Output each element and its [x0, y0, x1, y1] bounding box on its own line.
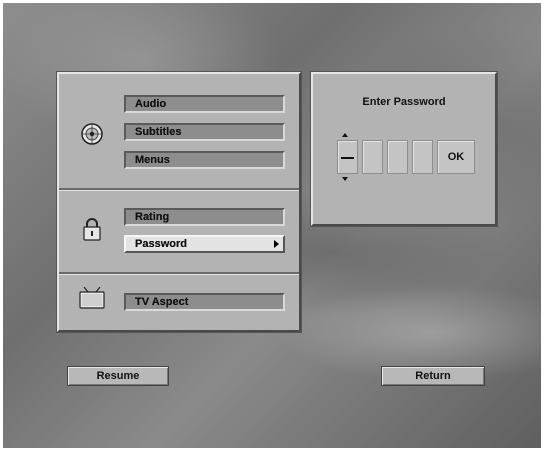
ok-label: OK [447, 151, 465, 163]
tv-icon [79, 286, 105, 309]
disc-settings-section: Audio Subtitles Menus [59, 74, 299, 188]
return-button[interactable]: Return [381, 366, 485, 386]
dialog-title: Enter Password [362, 96, 446, 108]
rating-label: Rating [135, 211, 170, 223]
parental-section: Rating Password [59, 191, 299, 272]
password-label: Password [135, 238, 187, 250]
audio-button[interactable]: Audio [124, 95, 285, 113]
menus-button[interactable]: Menus [124, 151, 285, 169]
submenu-arrow-icon [274, 240, 279, 248]
password-button[interactable]: Password [124, 235, 285, 253]
subtitles-label: Subtitles [135, 126, 182, 138]
tv-aspect-button[interactable]: TV Aspect [124, 293, 285, 311]
settings-panel: Audio Subtitles Menus Rating Password TV… [57, 72, 301, 332]
spin-down-icon[interactable] [342, 177, 348, 181]
screen-background: Audio Subtitles Menus Rating Password TV… [3, 3, 541, 448]
disc-icon [81, 123, 103, 145]
tv-section: TV Aspect [59, 275, 299, 328]
ok-button[interactable]: OK [437, 140, 475, 174]
password-digit-2[interactable] [362, 140, 383, 174]
tv-aspect-label: TV Aspect [135, 296, 189, 308]
resume-label: Resume [96, 370, 140, 382]
spin-up-icon[interactable] [342, 133, 348, 137]
password-digit-4[interactable] [412, 140, 433, 174]
padlock-icon [83, 217, 101, 241]
password-digit-1[interactable] [337, 140, 358, 174]
resume-button[interactable]: Resume [67, 366, 169, 386]
return-label: Return [415, 370, 451, 382]
digit-cursor [341, 157, 354, 159]
enter-password-dialog: Enter Password OK [311, 72, 497, 226]
rating-button[interactable]: Rating [124, 208, 285, 226]
password-digit-3[interactable] [387, 140, 408, 174]
subtitles-button[interactable]: Subtitles [124, 123, 285, 141]
menus-label: Menus [135, 154, 170, 166]
audio-label: Audio [135, 98, 167, 110]
